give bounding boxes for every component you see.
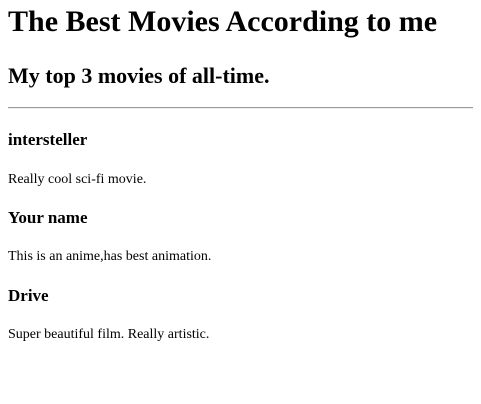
movie-description-3: Super beautiful film. Really artistic.	[8, 327, 210, 342]
divider	[8, 107, 473, 109]
movie-title-2: Your name	[8, 208, 88, 227]
movie-description-1: Really cool sci-fi movie.	[8, 172, 147, 187]
page: The Best Movies According to me My top 3…	[0, 0, 481, 404]
page-subtitle: My top 3 movies of all-time.	[8, 63, 270, 88]
movie-title-3: Drive	[8, 286, 49, 305]
movie-title-1: intersteller	[8, 130, 88, 149]
page-title: The Best Movies According to me	[8, 5, 438, 38]
movie-description-2: This is an anime,has best animation.	[8, 249, 212, 264]
